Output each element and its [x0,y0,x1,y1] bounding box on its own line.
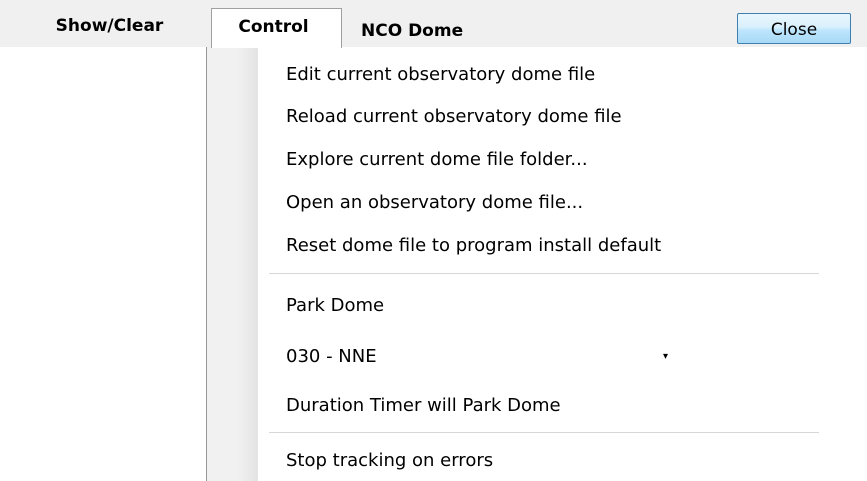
menu-item-open-dome-file[interactable]: Open an observatory dome file... [286,191,583,215]
menu-item-stop-tracking[interactable]: Stop tracking on errors [286,449,493,473]
menu-item-duration-timer[interactable]: Duration Timer will Park Dome [286,394,561,418]
menu-nco-dome[interactable]: NCO Dome [342,0,512,47]
menu-separator [269,273,819,274]
close-button[interactable]: Close [737,13,851,44]
menu-item-park-dome[interactable]: Park Dome [286,294,384,318]
menu-show-clear[interactable]: Show/Clear [0,0,207,47]
menu-item-explore-dome-folder[interactable]: Explore current dome file folder... [286,148,588,172]
menu-item-reload-dome-file[interactable]: Reload current observatory dome file [286,105,622,129]
menu-item-reset-dome-file[interactable]: Reset dome file to program install defau… [286,234,661,258]
park-position-select[interactable]: 030 - NNE ▾ [277,337,679,377]
menu-item-edit-dome-file[interactable]: Edit current observatory dome file [286,63,595,87]
menu-show-clear-label: Show/Clear [55,16,164,36]
park-position-value: 030 - NNE [286,346,377,367]
menu-nco-dome-label: NCO Dome [361,21,464,41]
menu-icon-gutter [207,47,258,481]
chevron-down-icon[interactable]: ▾ [663,350,668,364]
menu-bar: Show/Clear Control NCO Dome Close [0,0,867,48]
control-dropdown-menu: Edit current observatory dome file Reloa… [206,47,819,481]
menu-control-label: Control [238,17,309,37]
menu-separator [269,432,819,433]
menu-control[interactable]: Control [211,8,342,48]
